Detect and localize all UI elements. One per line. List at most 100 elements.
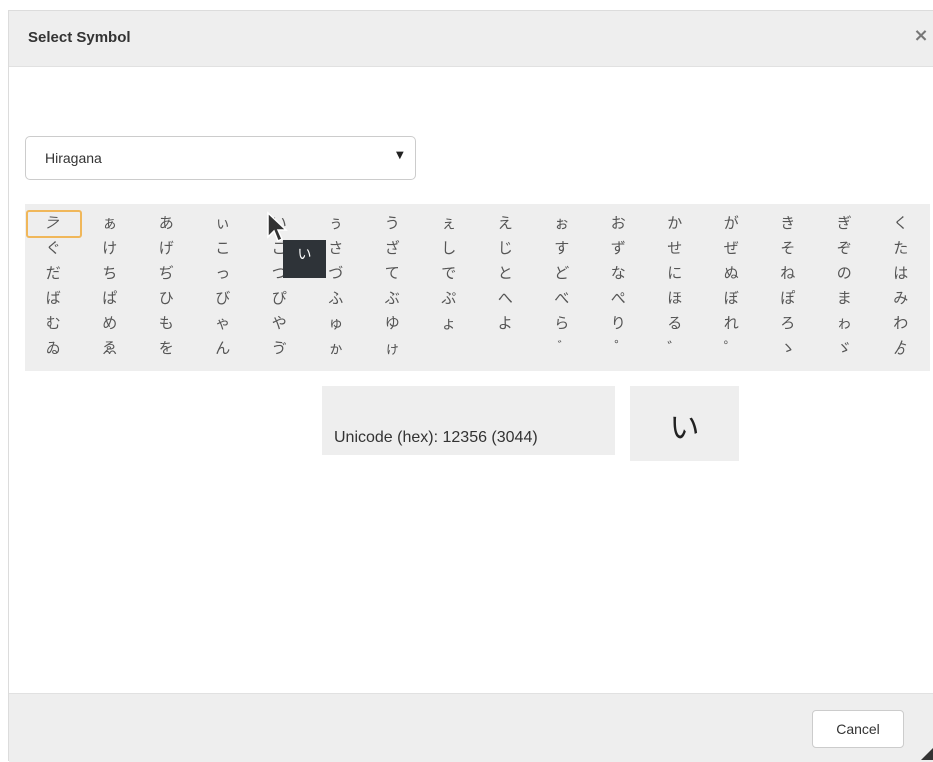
symbol-preview: い — [630, 386, 739, 461]
symbol-cell[interactable]: ぬ — [703, 263, 760, 288]
symbol-cell[interactable]: く — [873, 213, 930, 238]
symbol-cell[interactable]: ぁ — [82, 213, 139, 238]
symbol-cell[interactable]: ゅ — [308, 313, 365, 338]
symbol-cell[interactable]: の — [816, 263, 873, 288]
symbol-cell[interactable]: ゚ — [590, 338, 647, 363]
symbol-cell[interactable]: め — [82, 313, 139, 338]
unicode-info-panel: Unicode (hex): 12356 (3044) — [322, 386, 615, 455]
symbol-cell[interactable]: ぃ — [195, 213, 252, 238]
symbol-cell[interactable]: き — [760, 213, 817, 238]
symbol-cell[interactable]: ぐ — [25, 238, 82, 263]
symbol-cell[interactable]: ね — [760, 263, 817, 288]
symbol-cell[interactable]: ぶ — [364, 288, 421, 313]
symbol-cell[interactable]: け — [82, 238, 139, 263]
symbol-cell[interactable]: ろ — [760, 313, 817, 338]
symbol-cell[interactable]: こ — [195, 238, 252, 263]
symbol-cell[interactable]: わ — [873, 313, 930, 338]
symbol-cell[interactable]: ゃ — [195, 313, 252, 338]
symbol-cell[interactable]: か — [647, 213, 704, 238]
symbol-cell[interactable]: ひ — [138, 288, 195, 313]
dialog-header: Select Symbol × — [9, 11, 933, 67]
symbol-cell[interactable]: や — [251, 313, 308, 338]
cancel-button[interactable]: Cancel — [812, 710, 904, 748]
symbol-cell[interactable]: び — [195, 288, 252, 313]
symbol-cell[interactable]: ゕ — [308, 338, 365, 363]
symbol-cell[interactable]: へ — [477, 288, 534, 313]
symbol-cell[interactable]: ん — [195, 338, 252, 363]
symbol-cell[interactable]: ぇ — [421, 213, 478, 238]
symbol-cell[interactable]: ば — [25, 288, 82, 313]
symbol-cell[interactable]: ぉ — [534, 213, 591, 238]
symbol-cell[interactable]: よ — [477, 313, 534, 338]
symbol-cell[interactable]: れ — [703, 313, 760, 338]
symbol-cell[interactable]: ず — [590, 238, 647, 263]
symbol-cell[interactable]: ゆ — [364, 313, 421, 338]
symbol-cell[interactable]: は — [873, 263, 930, 288]
symbol-cell[interactable]: え — [477, 213, 534, 238]
symbol-cell[interactable]: ゙ — [534, 338, 591, 363]
symbol-cell[interactable]: た — [873, 238, 930, 263]
symbol-cell[interactable]: ゛ — [647, 338, 704, 363]
symbol-cell[interactable]: ぷ — [421, 288, 478, 313]
symbol-cell[interactable]: ぼ — [703, 288, 760, 313]
symbol-cell[interactable]: る — [647, 313, 704, 338]
symbol-cell[interactable] — [477, 338, 534, 363]
symbol-cell[interactable]: り — [590, 313, 647, 338]
symbol-cell[interactable]: を — [138, 338, 195, 363]
symbol-cell[interactable]: ざ — [364, 238, 421, 263]
symbol-cell[interactable]: ゔ — [251, 338, 308, 363]
symbol-cell[interactable]: ぞ — [816, 238, 873, 263]
symbol-cell[interactable]: ゎ — [816, 313, 873, 338]
symbol-cell[interactable]: べ — [534, 288, 591, 313]
symbol-cell[interactable]: ょ — [421, 313, 478, 338]
mouse-cursor-icon — [267, 211, 288, 243]
symbol-cell[interactable]: に — [647, 263, 704, 288]
symbol-cell[interactable]: ゖ — [364, 338, 421, 363]
symbol-cell[interactable]: が — [703, 213, 760, 238]
symbol-cell[interactable]: げ — [138, 238, 195, 263]
symbol-cell[interactable]: そ — [760, 238, 817, 263]
symbol-cell[interactable]: 𛀀 — [25, 210, 82, 238]
symbol-grid: 𛀀ぁあぃいぅうぇえぉおかがきぎくぐけげこごさざしじすずせぜそぞただちぢっつづてで… — [25, 204, 930, 371]
symbol-cell[interactable]: み — [873, 288, 930, 313]
symbol-cell[interactable]: ち — [82, 263, 139, 288]
symbol-cell[interactable]: ゑ — [82, 338, 139, 363]
symbol-cell[interactable]: ふ — [308, 288, 365, 313]
symbol-cell[interactable]: て — [364, 263, 421, 288]
symbol-cell[interactable]: だ — [25, 263, 82, 288]
character-set-select[interactable]: Hiragana ▼ — [25, 136, 416, 180]
symbol-cell[interactable]: ぅ — [308, 213, 365, 238]
symbol-cell[interactable]: ぺ — [590, 288, 647, 313]
symbol-cell[interactable]: と — [477, 263, 534, 288]
symbol-cell[interactable]: ぎ — [816, 213, 873, 238]
symbol-cell[interactable]: ゟ — [873, 338, 930, 363]
symbol-cell[interactable]: じ — [477, 238, 534, 263]
symbol-cell[interactable]: ゞ — [816, 338, 873, 363]
symbol-cell[interactable]: な — [590, 263, 647, 288]
symbol-cell[interactable]: で — [421, 263, 478, 288]
symbol-cell[interactable]: ぢ — [138, 263, 195, 288]
resize-handle-icon[interactable] — [921, 748, 933, 760]
symbol-cell[interactable]: っ — [195, 263, 252, 288]
symbol-cell[interactable]: ゜ — [703, 338, 760, 363]
symbol-cell[interactable]: ら — [534, 313, 591, 338]
close-icon[interactable]: × — [911, 24, 931, 48]
symbol-cell[interactable]: ど — [534, 263, 591, 288]
symbol-cell[interactable]: ま — [816, 288, 873, 313]
symbol-cell[interactable]: せ — [647, 238, 704, 263]
symbol-cell[interactable]: お — [590, 213, 647, 238]
symbol-cell[interactable]: し — [421, 238, 478, 263]
symbol-cell[interactable]: ぜ — [703, 238, 760, 263]
symbol-cell[interactable]: ぴ — [251, 288, 308, 313]
symbol-cell[interactable]: も — [138, 313, 195, 338]
symbol-cell[interactable]: ほ — [647, 288, 704, 313]
symbol-cell[interactable]: う — [364, 213, 421, 238]
symbol-cell[interactable]: す — [534, 238, 591, 263]
symbol-cell[interactable]: ぱ — [82, 288, 139, 313]
symbol-cell[interactable] — [421, 338, 478, 363]
symbol-cell[interactable]: ゝ — [760, 338, 817, 363]
symbol-cell[interactable]: ぽ — [760, 288, 817, 313]
symbol-cell[interactable]: む — [25, 313, 82, 338]
symbol-cell[interactable]: ゐ — [25, 338, 82, 363]
symbol-cell[interactable]: あ — [138, 213, 195, 238]
